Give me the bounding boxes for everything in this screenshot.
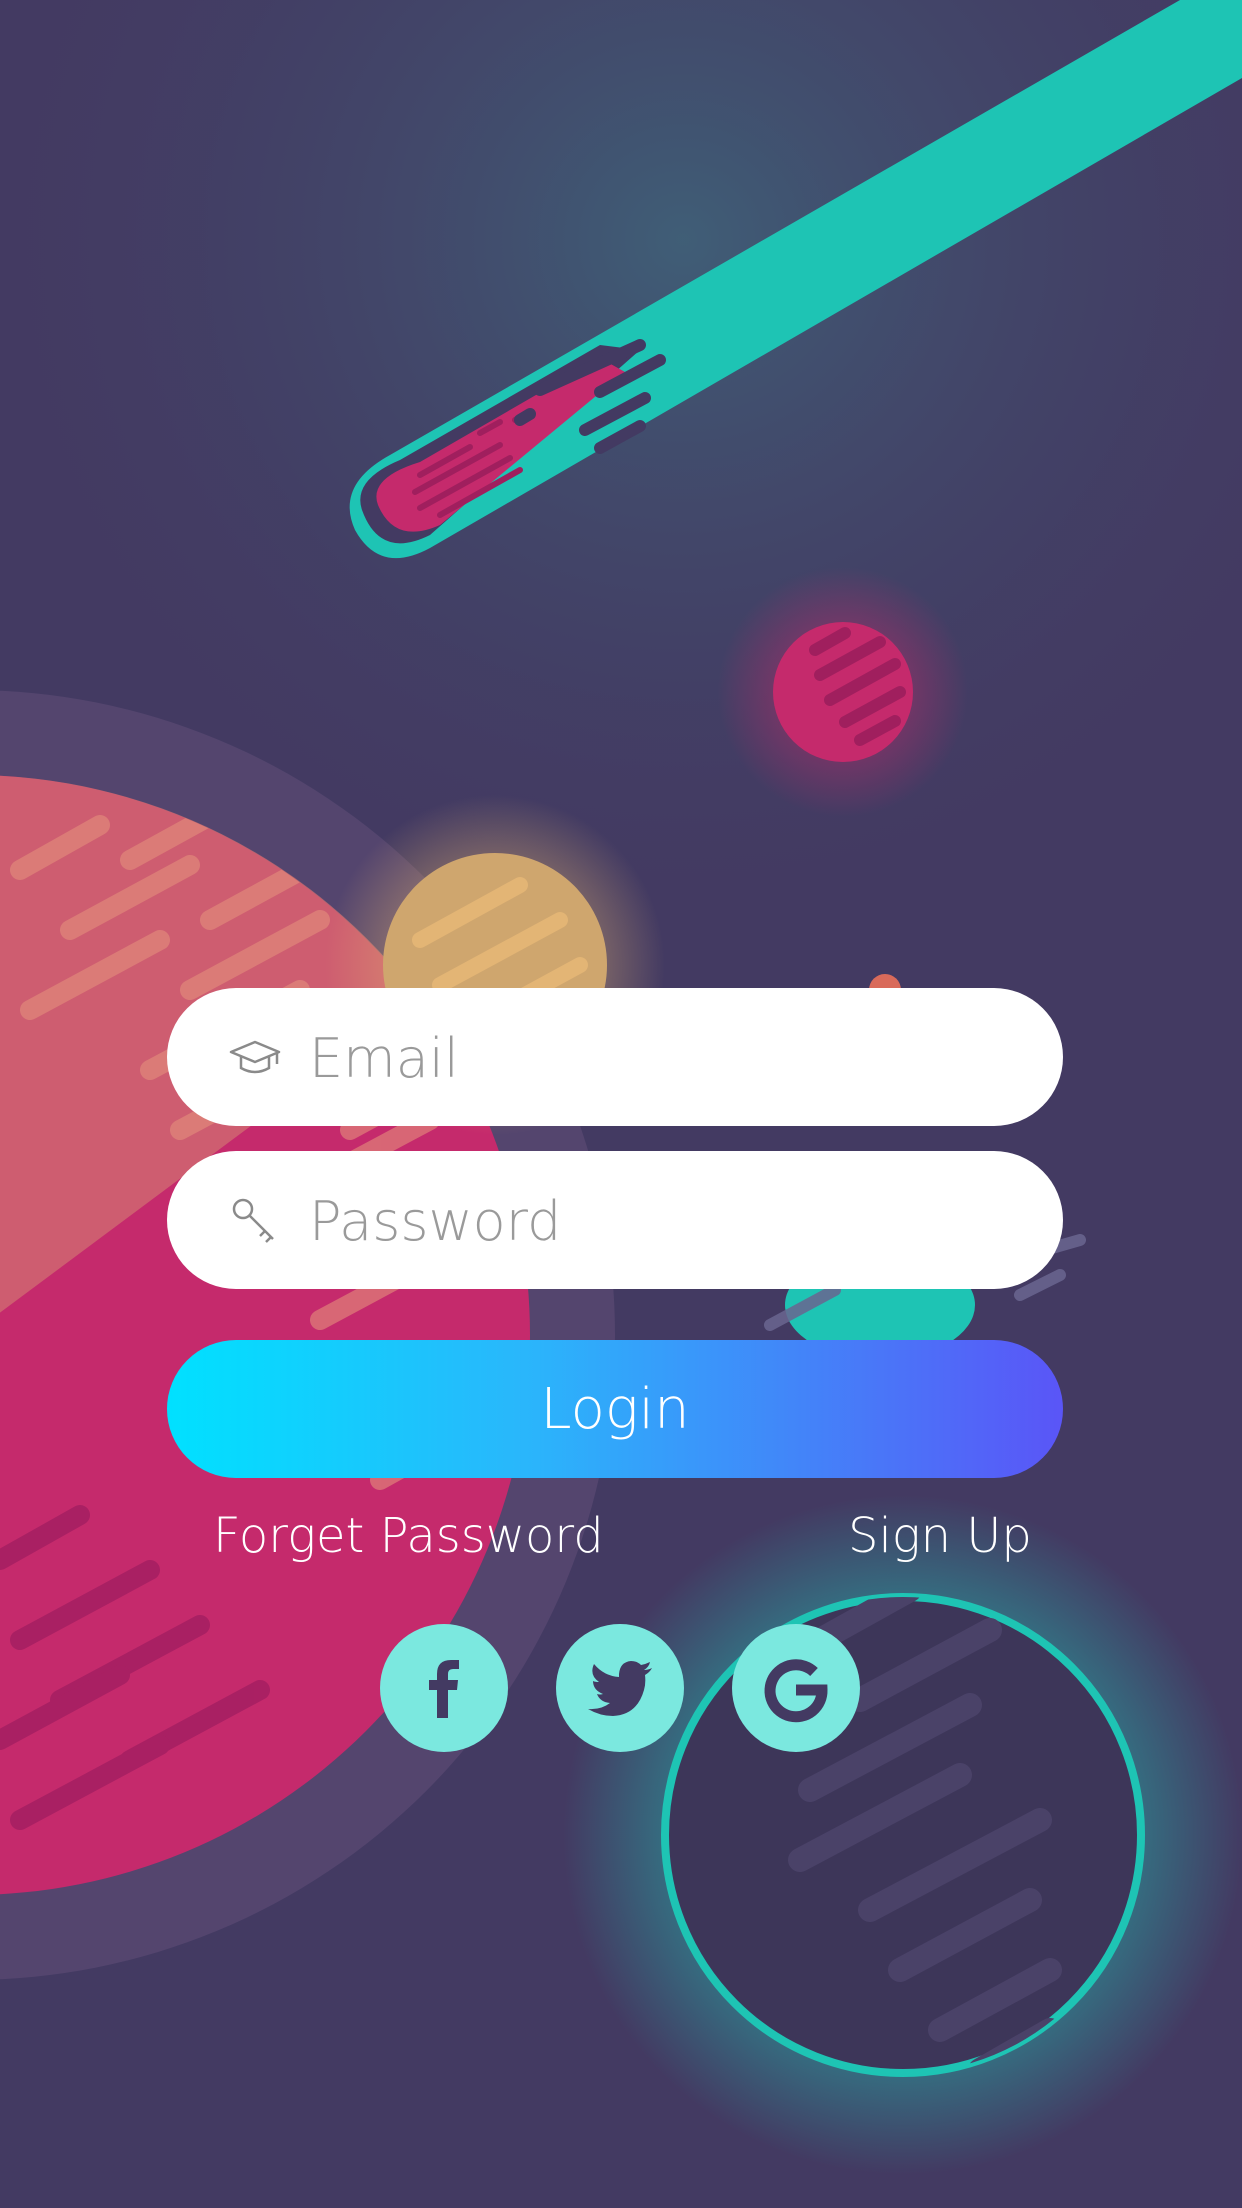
password-input[interactable] [307,1171,1011,1271]
google-icon [764,1659,828,1723]
forget-password-link[interactable]: Forget Password [213,1508,604,1564]
email-input[interactable] [307,1008,1011,1108]
twitter-login-button[interactable] [556,1624,684,1752]
google-login-button[interactable] [732,1624,860,1752]
key-icon [227,1193,283,1249]
twitter-icon [588,1661,652,1716]
facebook-login-button[interactable] [380,1624,508,1752]
password-field[interactable] [167,1151,1063,1289]
facebook-icon [429,1660,459,1718]
graduation-cap-icon [227,1030,283,1086]
email-field[interactable] [167,988,1063,1126]
login-button[interactable]: Login [167,1340,1063,1478]
sign-up-link[interactable]: Sign Up [848,1508,1032,1564]
